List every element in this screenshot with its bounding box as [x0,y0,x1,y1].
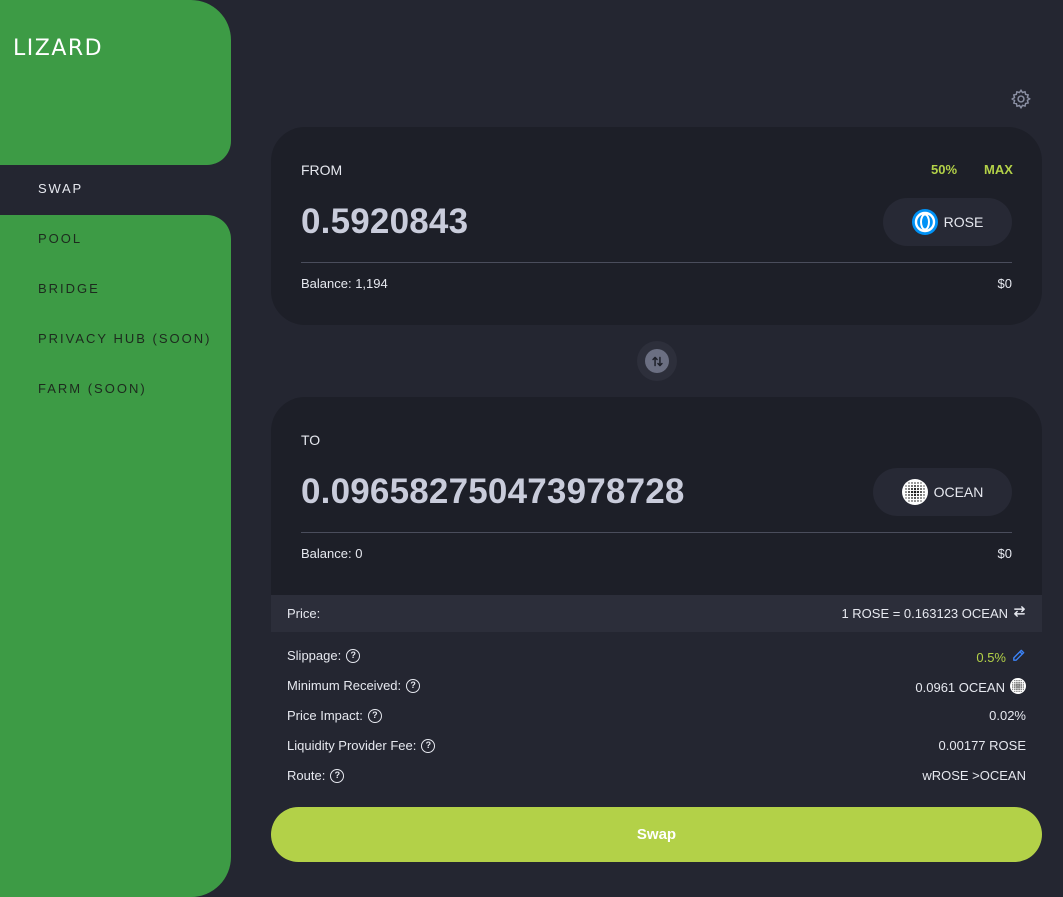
price-value: 1 ROSE = 0.163123 OCEAN [841,605,1008,621]
to-label: TO [301,432,321,448]
route-row: Route:? wROSE >OCEAN [287,766,1026,786]
route-label: Route: [287,768,326,783]
to-token-select[interactable]: OCEAN [873,468,1012,516]
max-amount-button[interactable]: MAX [984,162,1013,177]
from-divider [301,262,1012,263]
from-label: FROM [301,162,343,178]
from-token-select[interactable]: ROSE [883,198,1012,246]
help-icon[interactable]: ? [346,648,361,663]
slippage-row: Slippage:? 0.5% [287,646,1026,666]
gear-icon[interactable] [1010,88,1032,110]
swap-arrows-icon [645,349,669,373]
to-token-symbol: OCEAN [933,484,984,500]
price-value-group: 1 ROSE = 0.163123 OCEAN [841,605,1026,621]
sidebar-item-swap[interactable]: SWAP [13,165,231,215]
from-amount-input[interactable]: 0.5920843 [301,202,468,242]
app-logo: LIZARD [13,36,104,61]
invert-price-icon[interactable] [1013,605,1026,621]
lp-fee-label: Liquidity Provider Fee: [287,738,417,753]
sidebar-item-label: SWAP [38,181,84,196]
sidebar-item-pool[interactable]: POOL [38,231,82,246]
to-card: TO 0.096582750473978728 OCEAN Balance: 0… [271,397,1042,595]
min-received-row: Minimum Received:? 0.0961 OCEAN [287,676,1026,696]
to-balance: Balance: 0 [301,546,363,561]
rose-token-icon [911,209,938,235]
help-icon[interactable]: ? [330,768,345,783]
sidebar-nav: POOL BRIDGE PRIVACY HUB (SOON) FARM (SOO… [0,215,231,897]
from-card: FROM 50% MAX 0.5920843 ROSE Balance: 1,1… [271,127,1042,325]
price-label: Price: [287,606,321,621]
price-impact-label: Price Impact: [287,708,363,723]
sidebar-header: LIZARD [0,0,231,165]
from-balance: Balance: 1,194 [301,276,388,291]
half-amount-button[interactable]: 50% [931,162,957,177]
to-usd-value: $0 [997,546,1012,561]
slippage-value: 0.5% [976,649,1006,665]
route-value: wROSE >OCEAN [922,768,1026,783]
min-received-label: Minimum Received: [287,678,402,693]
sidebar-item-farm[interactable]: FARM (SOON) [38,381,147,396]
sidebar-item-privacy-hub[interactable]: PRIVACY HUB (SOON) [38,331,211,346]
help-icon[interactable]: ? [406,678,421,693]
to-divider [301,532,1012,533]
min-received-value: 0.0961 OCEAN [915,680,1005,695]
switch-tokens-button[interactable] [637,341,677,381]
to-amount-input[interactable]: 0.096582750473978728 [301,472,685,512]
sidebar-item-bridge[interactable]: BRIDGE [38,281,100,296]
from-usd-value: $0 [997,276,1012,291]
slippage-label: Slippage: [287,648,342,663]
lp-fee-row: Liquidity Provider Fee:? 0.00177 ROSE [287,736,1026,756]
from-token-symbol: ROSE [943,214,984,230]
help-icon[interactable]: ? [421,738,436,753]
ocean-token-icon [901,479,928,505]
lp-fee-value: 0.00177 ROSE [938,738,1026,753]
ocean-token-icon [1010,678,1026,697]
price-impact-row: Price Impact:? 0.02% [287,706,1026,726]
edit-pencil-icon[interactable] [1011,648,1026,666]
price-impact-value: 0.02% [989,708,1026,723]
swap-button[interactable]: Swap [271,807,1042,862]
help-icon[interactable]: ? [367,708,382,723]
price-row: Price: 1 ROSE = 0.163123 OCEAN [271,595,1042,632]
